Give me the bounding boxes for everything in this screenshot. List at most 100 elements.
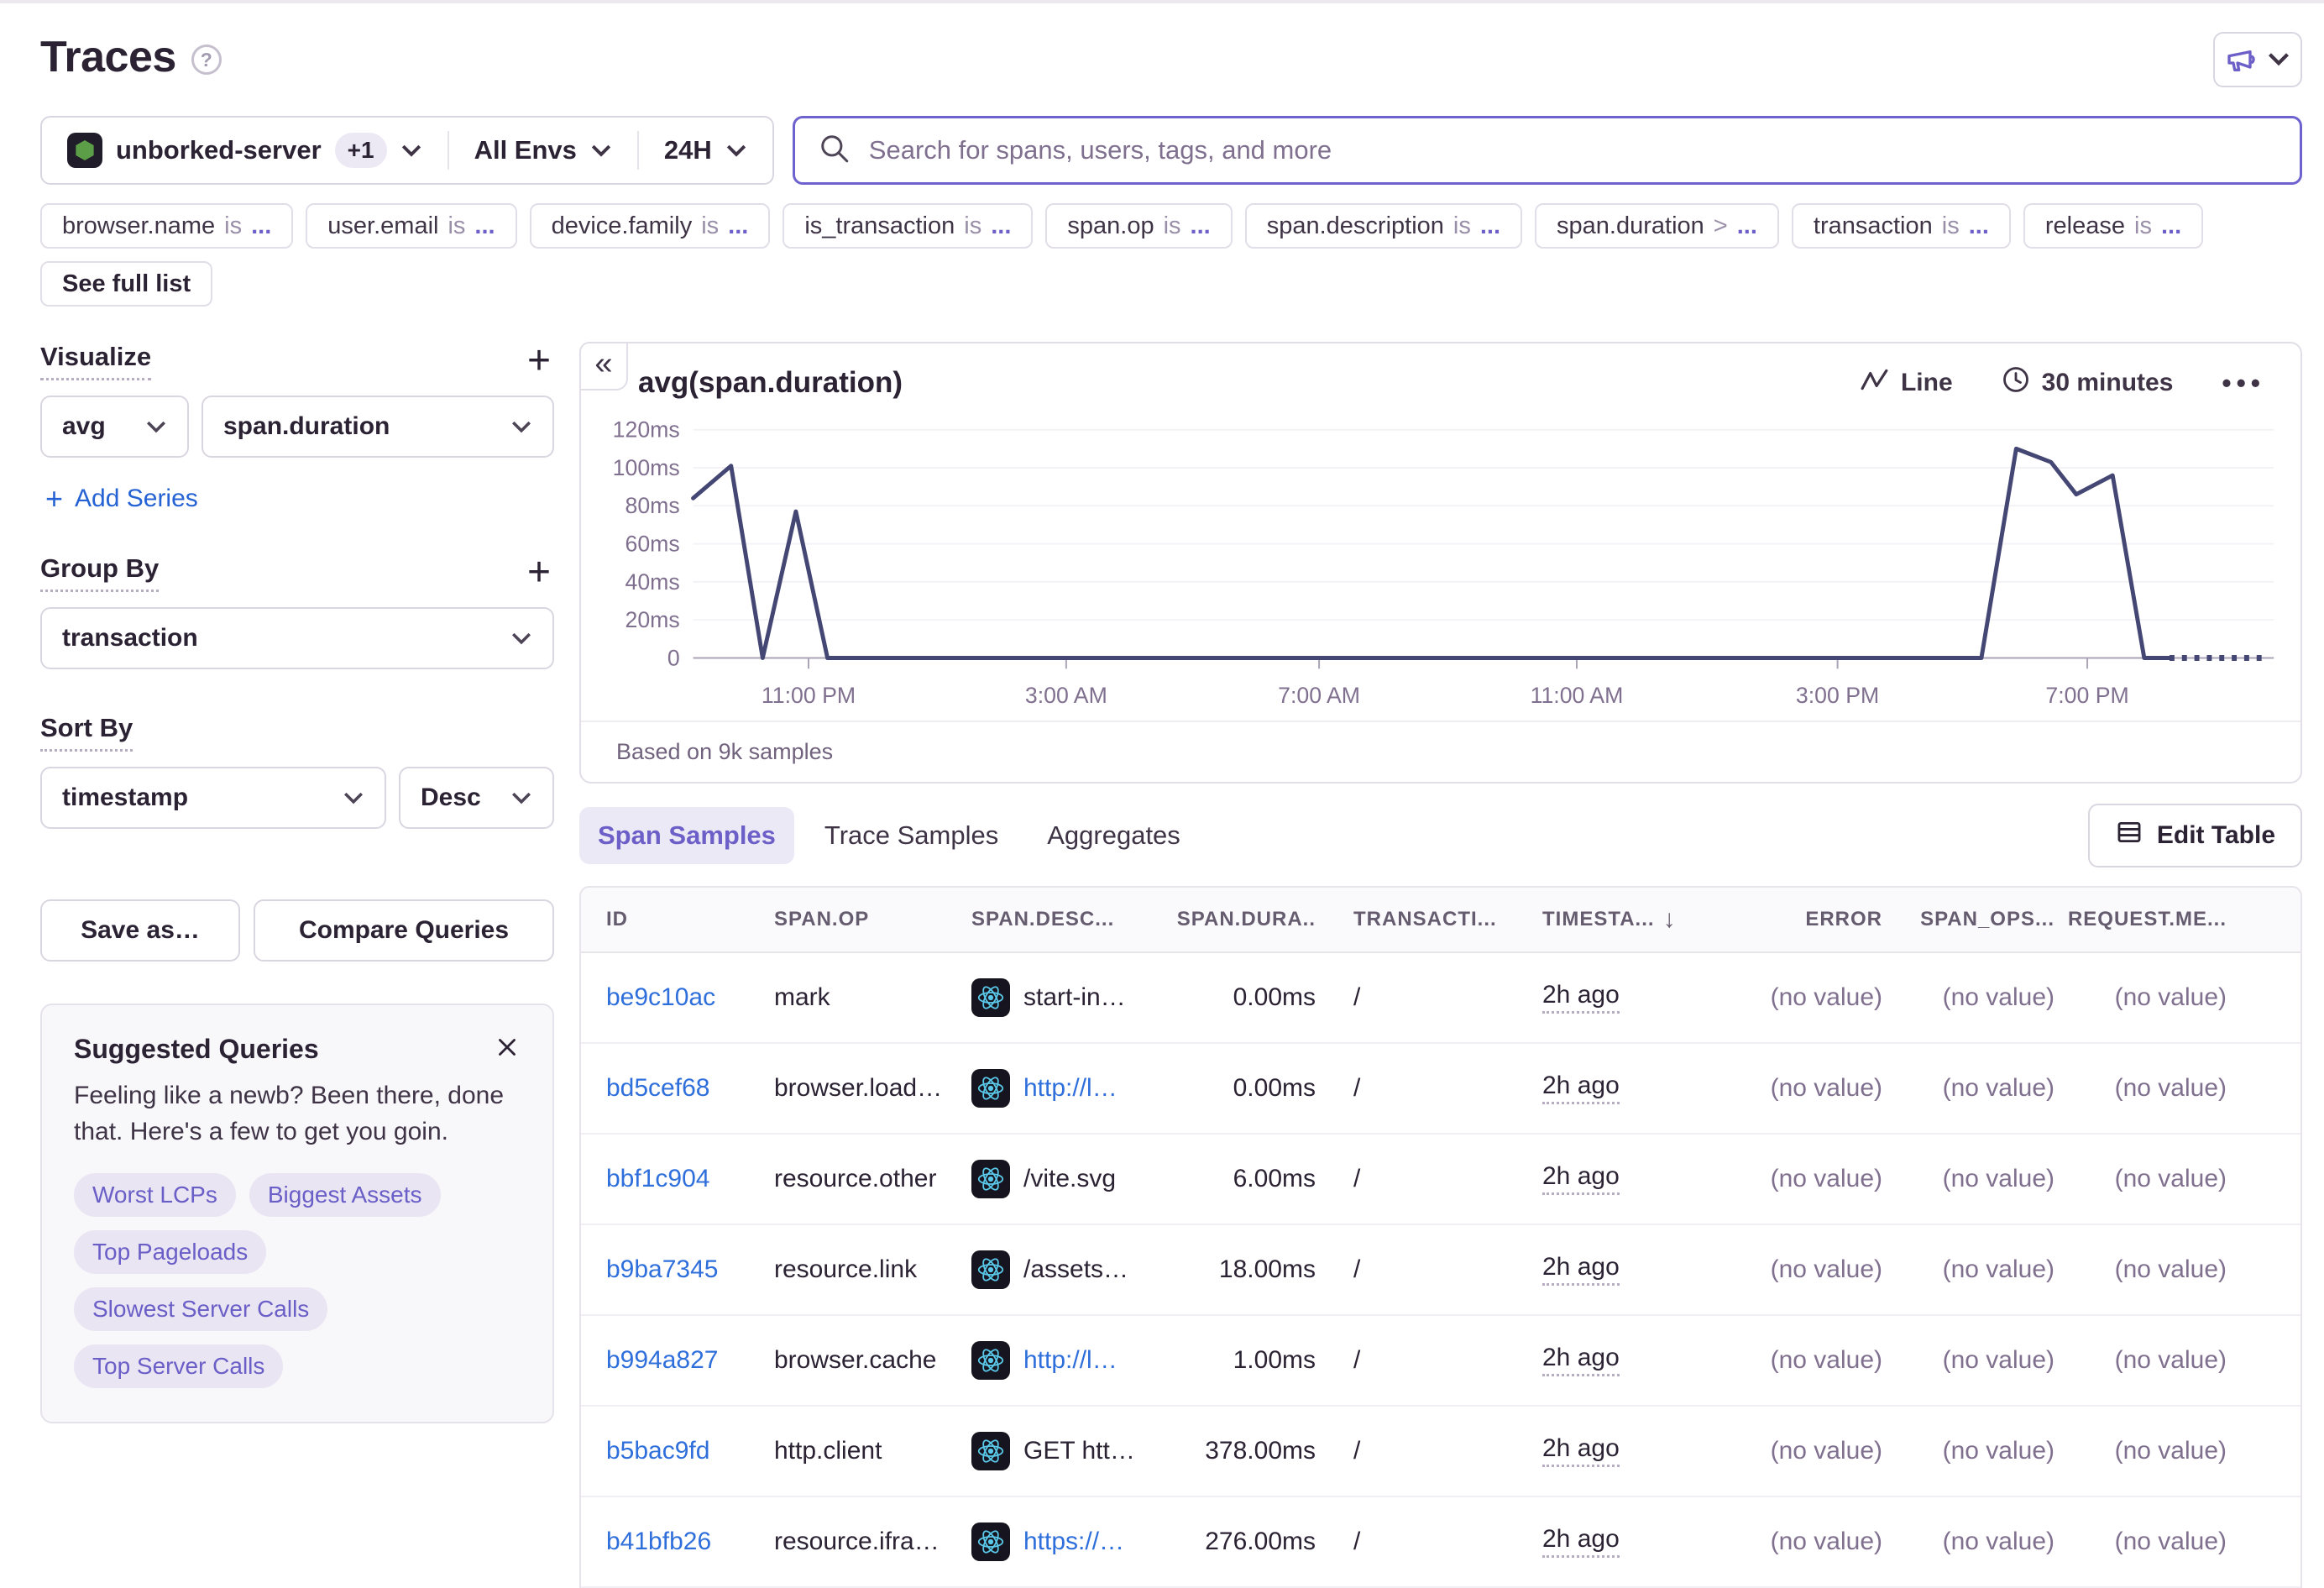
span-samples-table: IDSPAN.OPSPAN.DESC...SPAN.DURA..TRANSACT… bbox=[579, 886, 2302, 1588]
field-select[interactable]: span.duration bbox=[202, 396, 554, 458]
edit-table-button[interactable]: Edit Table bbox=[2088, 804, 2302, 867]
filter-chip-device.family[interactable]: device.familyis... bbox=[530, 203, 771, 249]
help-icon[interactable]: ? bbox=[191, 45, 222, 75]
page-filter-bar: unborked-server +1 All Envs 24H bbox=[40, 116, 2302, 185]
page-title: Traces bbox=[40, 32, 176, 82]
column-header-span_op[interactable]: SPAN.OP bbox=[774, 908, 971, 931]
span_duration-value: 276.00ms bbox=[1205, 1528, 1316, 1556]
transaction-value: / bbox=[1353, 1074, 1360, 1103]
request_method-value: (no value) bbox=[2115, 1437, 2227, 1465]
span_duration-value: 6.00ms bbox=[1233, 1165, 1316, 1193]
column-header-timestamp[interactable]: TIMESTA...↓ bbox=[1509, 905, 1719, 934]
timestamp-value: 2h ago bbox=[1542, 1344, 1620, 1376]
column-header-span_ops[interactable]: SPAN_OPS... bbox=[1882, 908, 2054, 931]
react-logo-icon bbox=[971, 1160, 1010, 1198]
tab-span-samples[interactable]: Span Samples bbox=[579, 807, 794, 864]
chart-type-control[interactable]: Line bbox=[1861, 367, 1953, 399]
close-icon[interactable] bbox=[494, 1034, 521, 1065]
aggregate-select[interactable]: avg bbox=[40, 396, 189, 458]
add-series-button[interactable]: + Add Series bbox=[45, 481, 554, 516]
column-header-id[interactable]: ID bbox=[606, 908, 774, 931]
suggested-query-pill[interactable]: Biggest Assets bbox=[249, 1173, 441, 1217]
time-range-value: 24H bbox=[664, 135, 712, 165]
span_duration-value: 18.00ms bbox=[1219, 1255, 1316, 1284]
tab-aggregates[interactable]: Aggregates bbox=[1029, 807, 1199, 864]
suggested-queries-description: Feeling like a newb? Been there, done th… bbox=[74, 1078, 521, 1150]
timestamp-value: 2h ago bbox=[1542, 1072, 1620, 1104]
environment-value: All Envs bbox=[474, 135, 577, 165]
chevron-down-icon bbox=[510, 630, 532, 647]
chart-menu-icon[interactable]: ••• bbox=[2222, 368, 2265, 399]
suggested-query-pills: Worst LCPs Biggest Assets Top Pageloads Slo… bbox=[74, 1173, 521, 1388]
traces-page: Traces ? unborked-server +1 All Env bbox=[0, 3, 2324, 1588]
suggested-query-pill[interactable]: Worst LCPs bbox=[74, 1173, 236, 1217]
span-id-link[interactable]: bd5cef68 bbox=[606, 1074, 709, 1103]
error-value: (no value) bbox=[1771, 983, 1882, 1012]
request_method-value: (no value) bbox=[2115, 1528, 2227, 1556]
add-visualize-icon[interactable]: + bbox=[527, 345, 554, 377]
span-id-link[interactable]: bbf1c904 bbox=[606, 1165, 709, 1193]
suggested-query-pill[interactable]: Slowest Server Calls bbox=[74, 1287, 327, 1331]
span-id-link[interactable]: be9c10ac bbox=[606, 983, 715, 1012]
column-header-request_method[interactable]: REQUEST.ME... bbox=[2054, 908, 2227, 931]
span-id-link[interactable]: b41bfb26 bbox=[606, 1528, 711, 1556]
svg-text:11:00 PM: 11:00 PM bbox=[762, 683, 856, 708]
group-by-heading: Group By bbox=[40, 553, 159, 592]
sort-field-select[interactable]: timestamp bbox=[40, 767, 386, 829]
span_duration-value: 1.00ms bbox=[1233, 1346, 1316, 1375]
filter-chip-transaction[interactable]: transactionis... bbox=[1792, 203, 2011, 249]
environment-selector[interactable]: All Envs bbox=[448, 131, 637, 170]
error-value: (no value) bbox=[1771, 1165, 1882, 1193]
project-selector[interactable]: unborked-server +1 bbox=[42, 131, 448, 170]
chart-sample-note: Based on 9k samples bbox=[581, 721, 2300, 782]
react-logo-icon bbox=[971, 1522, 1010, 1561]
span-description-link[interactable]: https://… bbox=[1023, 1528, 1124, 1556]
compare-queries-button[interactable]: Compare Queries bbox=[254, 899, 554, 962]
save-as-button[interactable]: Save as… bbox=[40, 899, 240, 962]
column-header-error[interactable]: ERROR bbox=[1719, 908, 1882, 931]
request_method-value: (no value) bbox=[2115, 1346, 2227, 1375]
collapse-sidebar-button[interactable]: « bbox=[579, 342, 628, 390]
search-bar[interactable] bbox=[793, 116, 2302, 185]
transaction-value: / bbox=[1353, 983, 1360, 1012]
transaction-value: / bbox=[1353, 1165, 1360, 1193]
plus-icon: + bbox=[45, 481, 63, 516]
span-description: /assets… bbox=[1023, 1255, 1128, 1284]
search-input[interactable] bbox=[867, 134, 2276, 166]
table-row: b994a827browser.cachehttp://l…1.00ms/2h … bbox=[581, 1316, 2300, 1407]
filter-chip-release[interactable]: releaseis... bbox=[2023, 203, 2203, 249]
tab-trace-samples[interactable]: Trace Samples bbox=[806, 807, 1017, 864]
filter-chip-is_transaction[interactable]: is_transactionis... bbox=[783, 203, 1033, 249]
column-header-span_description[interactable]: SPAN.DESC... bbox=[971, 908, 1181, 931]
interval-control[interactable]: 30 minutes bbox=[2002, 365, 2174, 401]
svg-text:7:00 PM: 7:00 PM bbox=[2045, 683, 2128, 708]
filter-chip-user.email[interactable]: user.emailis... bbox=[306, 203, 516, 249]
column-header-span_duration[interactable]: SPAN.DURA.. bbox=[1181, 908, 1316, 931]
time-range-selector[interactable]: 24H bbox=[637, 131, 772, 170]
group-by-select[interactable]: transaction bbox=[40, 607, 554, 669]
filter-chip-span.duration[interactable]: span.duration>... bbox=[1535, 203, 1779, 249]
line-chart: 120ms100ms80ms60ms40ms20ms011:00 PM3:00 … bbox=[581, 404, 2300, 719]
span-description-link[interactable]: http://l… bbox=[1023, 1074, 1118, 1103]
span_duration-value: 0.00ms bbox=[1233, 983, 1316, 1012]
node-hexagon-icon bbox=[67, 133, 102, 168]
sort-direction-select[interactable]: Desc bbox=[399, 767, 554, 829]
span-id-link[interactable]: b994a827 bbox=[606, 1346, 718, 1375]
column-header-transaction[interactable]: TRANSACTI... bbox=[1316, 908, 1509, 931]
suggested-query-pill[interactable]: Top Server Calls bbox=[74, 1344, 283, 1388]
react-logo-icon bbox=[971, 1341, 1010, 1380]
table-body: be9c10acmarkstart-in…0.00ms/2h ago(no va… bbox=[581, 953, 2300, 1588]
svg-text:7:00 AM: 7:00 AM bbox=[1278, 683, 1360, 708]
see-full-list-chip[interactable]: See full list bbox=[40, 261, 212, 307]
span-id-link[interactable]: b9ba7345 bbox=[606, 1255, 718, 1284]
timestamp-value: 2h ago bbox=[1542, 1162, 1620, 1195]
filter-chip-browser.name[interactable]: browser.nameis... bbox=[40, 203, 293, 249]
add-group-by-icon[interactable]: + bbox=[527, 557, 554, 589]
svg-text:3:00 PM: 3:00 PM bbox=[1796, 683, 1879, 708]
filter-chip-span.description[interactable]: span.descriptionis... bbox=[1245, 203, 1522, 249]
span-id-link[interactable]: b5bac9fd bbox=[606, 1437, 709, 1465]
span-description-link[interactable]: http://l… bbox=[1023, 1346, 1118, 1375]
feedback-button[interactable] bbox=[2213, 32, 2302, 87]
filter-chip-span.op[interactable]: span.opis... bbox=[1045, 203, 1232, 249]
suggested-query-pill[interactable]: Top Pageloads bbox=[74, 1230, 266, 1274]
